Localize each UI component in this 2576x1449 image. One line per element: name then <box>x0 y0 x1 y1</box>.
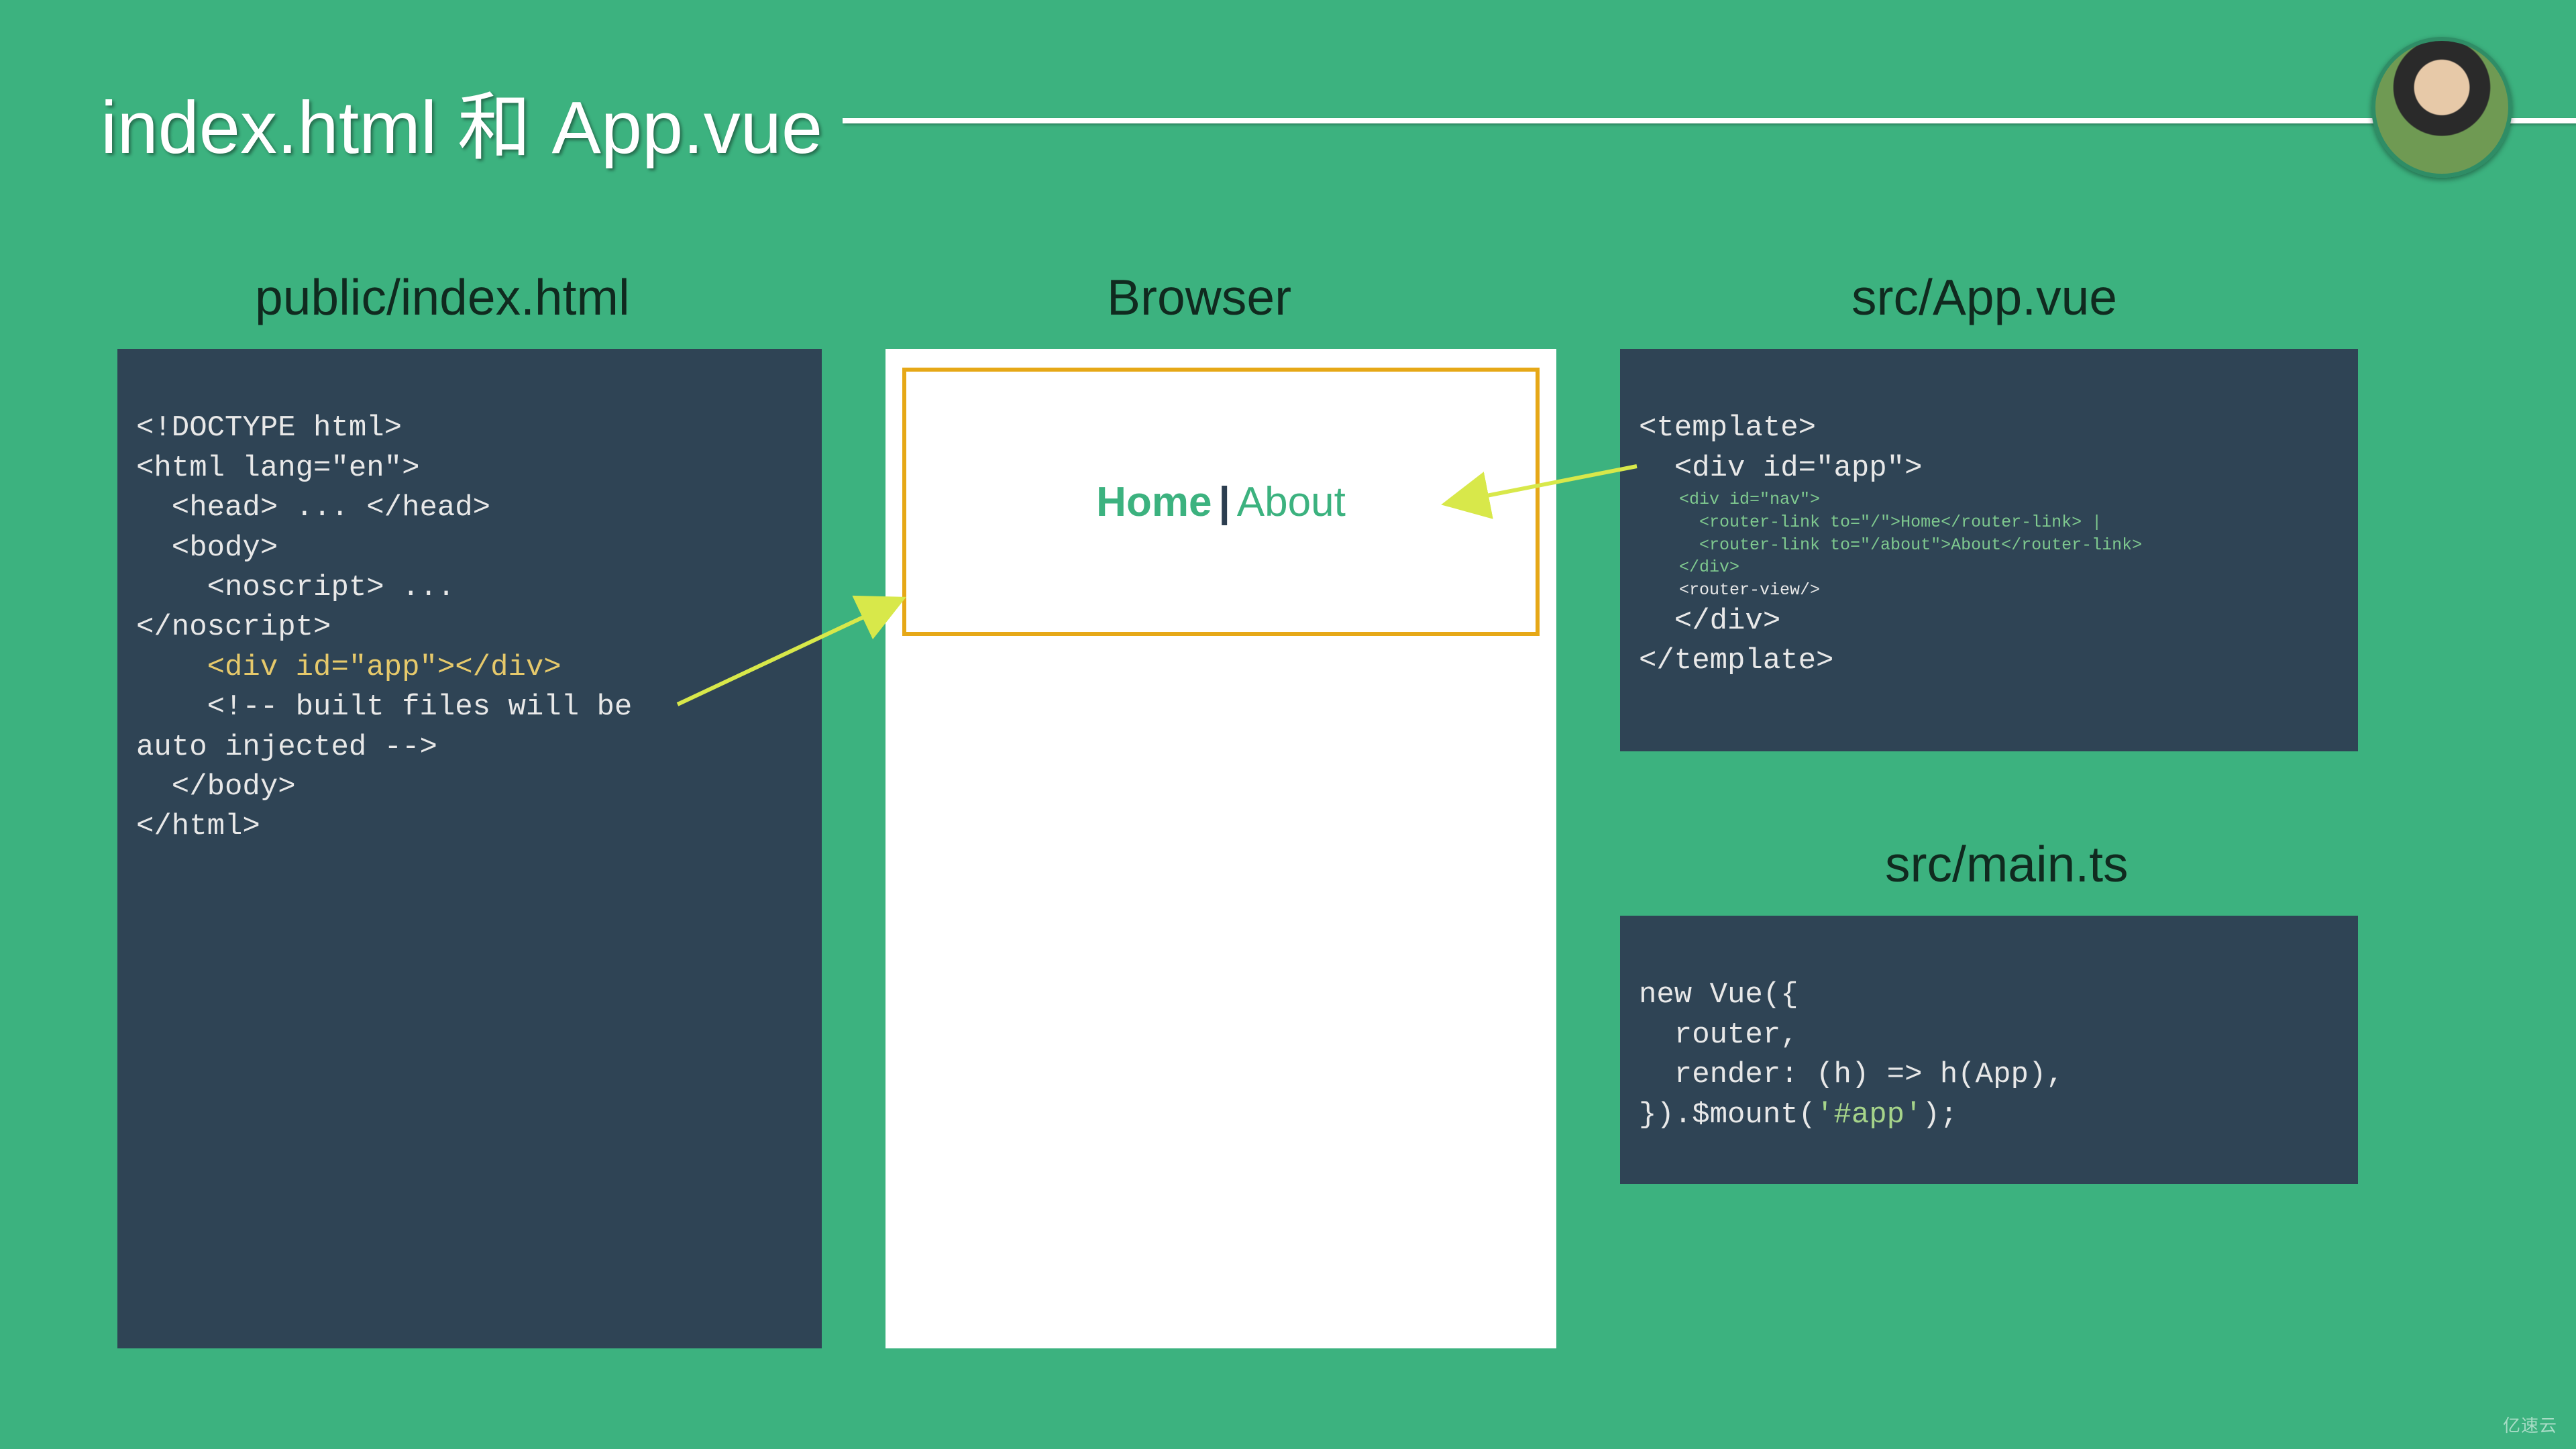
code-box-index-html: <!DOCTYPE html> <html lang="en"> <head> … <box>117 349 822 1348</box>
slide-title-bar: index.html 和 App.vue <box>0 67 2576 174</box>
nav-separator: | <box>1218 478 1230 526</box>
code-line: </template> <box>1639 644 1833 678</box>
code-line: <noscript> ... <box>136 571 455 604</box>
code-line: }).$mount('#app'); <box>1639 1098 1957 1132</box>
code-line-small: </div> <box>1639 556 2339 579</box>
title-underline <box>843 118 2576 123</box>
code-line-highlight: <div id="app"></div> <box>136 651 561 684</box>
code-line-small: <router-link to="/about">About</router-l… <box>1639 534 2339 557</box>
avatar <box>2371 37 2512 178</box>
code-line: <div id="app"> <box>1639 451 1922 485</box>
code-line: <!-- built files will be <box>136 690 632 724</box>
code-line: auto injected --> <box>136 731 437 764</box>
heading-index-html: public/index.html <box>255 268 630 326</box>
browser-nav-bar: Home | About <box>902 368 1540 636</box>
watermark: 亿速云 <box>2503 1412 2557 1437</box>
nav-link-about[interactable]: About <box>1237 478 1346 526</box>
code-line: <template> <box>1639 411 1816 445</box>
code-line: </html> <box>136 810 260 843</box>
heading-main-ts: src/main.ts <box>1885 835 2129 893</box>
nav-link-home[interactable]: Home <box>1096 478 1212 526</box>
code-line: <!DOCTYPE html> <box>136 411 402 445</box>
code-box-app-vue: <template> <div id="app"> <div id="nav">… <box>1620 349 2358 751</box>
code-line: <head> ... </head> <box>136 491 490 525</box>
code-line: </noscript> <box>136 610 331 644</box>
code-line-small: <router-view/> <box>1639 579 2339 602</box>
heading-app-vue: src/App.vue <box>1851 268 2117 326</box>
code-line-small: <router-link to="/">Home</router-link> | <box>1639 511 2339 534</box>
code-line: render: (h) => h(App), <box>1639 1058 2064 1091</box>
code-line: router, <box>1639 1018 1799 1052</box>
code-box-main-ts: new Vue({ router, render: (h) => h(App),… <box>1620 916 2358 1184</box>
code-line: </div> <box>1639 604 1780 638</box>
code-line-small: <div id="nav"> <box>1639 488 2339 511</box>
code-line: <html lang="en"> <box>136 451 419 485</box>
slide-title: index.html 和 App.vue <box>0 67 843 174</box>
code-line: <body> <box>136 531 278 565</box>
code-line: </body> <box>136 770 296 804</box>
heading-browser: Browser <box>1107 268 1291 326</box>
code-line: new Vue({ <box>1639 978 1799 1012</box>
